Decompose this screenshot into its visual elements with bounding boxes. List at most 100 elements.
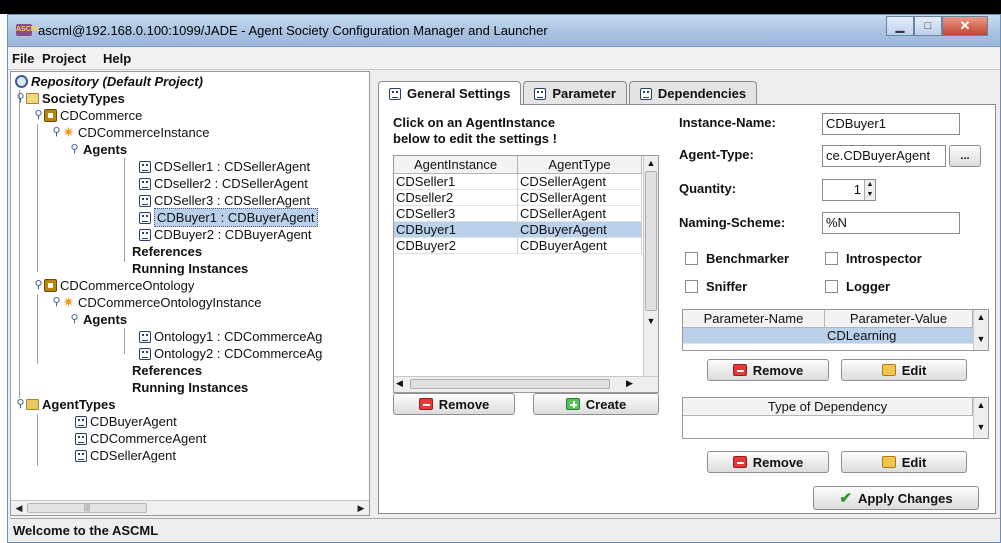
- agent-type-label: Agent-Type:: [679, 147, 754, 162]
- expand-toggle-icon[interactable]: ⚲: [33, 110, 44, 121]
- scroll-up-icon[interactable]: ▲: [974, 310, 988, 324]
- expand-toggle-icon[interactable]: ⚲: [33, 280, 44, 291]
- expand-toggle-icon[interactable]: ⚲: [69, 314, 80, 325]
- tree-node-type-cdbuyeragent[interactable]: CDBuyerAgent: [75, 413, 177, 430]
- expand-toggle-icon[interactable]: ⚲: [15, 399, 26, 410]
- scroll-right-icon[interactable]: ▶: [354, 502, 368, 514]
- scroll-down-icon[interactable]: ▼: [974, 420, 988, 434]
- checkmark-icon: ✔: [839, 490, 852, 507]
- remove-parameter-button[interactable]: Remove: [707, 359, 829, 381]
- tree-node-agent-cdseller3[interactable]: CDSeller3 : CDSellerAgent: [139, 192, 310, 209]
- tree-node-type-cdselleragent[interactable]: CDSellerAgent: [75, 447, 176, 464]
- tree-node-cdcommerce-ontology-instance[interactable]: ⚲ ✷ CDCommerceOntologyInstance: [51, 294, 261, 311]
- remove-instance-button[interactable]: Remove: [393, 393, 515, 415]
- expand-toggle-icon[interactable]: ⚲: [69, 144, 80, 155]
- browse-agent-type-button[interactable]: ...: [949, 145, 981, 167]
- spinner-arrows-icon[interactable]: ▲ ▼: [864, 180, 875, 200]
- tree-node-cdcommerce-ontology[interactable]: ⚲ CDCommerceOntology: [33, 277, 194, 294]
- column-header-type-of-dependency[interactable]: Type of Dependency: [683, 398, 973, 416]
- edit-parameter-button[interactable]: Edit: [841, 359, 967, 381]
- quantity-stepper[interactable]: 1 ▲ ▼: [822, 179, 876, 201]
- close-button[interactable]: ✕: [942, 16, 988, 36]
- table-cell[interactable]: CDSellerAgent: [518, 206, 642, 222]
- edit-dependency-button[interactable]: Edit: [841, 451, 967, 473]
- scroll-left-icon[interactable]: ◀: [396, 378, 403, 389]
- instance-name-label: Instance-Name:: [679, 115, 776, 130]
- table-cell[interactable]: CDSeller3: [394, 206, 518, 222]
- checkbox-introspector[interactable]: Introspector: [825, 251, 922, 266]
- scrollbar-thumb[interactable]: [645, 171, 657, 311]
- tree-node-type-cdcommerceagent[interactable]: CDCommerceAgent: [75, 430, 206, 447]
- scroll-down-icon[interactable]: ▼: [644, 314, 658, 328]
- tab-general-settings[interactable]: General Settings: [378, 81, 522, 105]
- agent-type-field[interactable]: ce.CDBuyerAgent: [822, 145, 946, 167]
- table-cell-selected[interactable]: CDBuyer1: [394, 222, 518, 238]
- table-cell[interactable]: CDSellerAgent: [518, 174, 642, 190]
- screen-top-border: [0, 0, 1001, 14]
- table-horizontal-scrollbar[interactable]: ◀ ▶: [394, 376, 658, 392]
- table-cell[interactable]: CDSellerAgent: [518, 190, 642, 206]
- dependency-scrollbar[interactable]: ▲ ▼: [973, 398, 988, 438]
- tree-node-society-types[interactable]: ⚲ SocietyTypes: [15, 90, 124, 107]
- checkbox-logger[interactable]: Logger: [825, 279, 890, 294]
- tree-line: [37, 294, 38, 364]
- tree-node-repository[interactable]: Repository (Default Project): [15, 73, 203, 90]
- window-title: ascml@192.168.0.100:1099/JADE - Agent So…: [38, 23, 548, 38]
- tree-node-agent-ontology2[interactable]: Ontology2 : CDCommerceAg: [139, 345, 322, 362]
- scroll-up-icon[interactable]: ▲: [974, 398, 988, 412]
- tree-node-agents-ontology[interactable]: ⚲ Agents: [69, 311, 127, 328]
- tree-node-agent-cdbuyer1[interactable]: CDBuyer1 : CDBuyerAgent: [139, 208, 318, 227]
- instance-name-field[interactable]: CDBuyer1: [822, 113, 960, 135]
- scroll-down-icon[interactable]: ▼: [974, 332, 988, 346]
- menu-help[interactable]: Help: [103, 51, 131, 66]
- tab-dependencies[interactable]: Dependencies: [628, 81, 758, 105]
- scrollbar-thumb[interactable]: [410, 379, 610, 389]
- tree-node-cdcommerce[interactable]: ⚲ CDCommerce: [33, 107, 142, 124]
- table-cell[interactable]: CDSeller1: [394, 174, 518, 190]
- table-vertical-scrollbar[interactable]: ▲ ▼: [643, 156, 658, 376]
- tree-node-agent-cdseller1[interactable]: CDSeller1 : CDSellerAgent: [139, 158, 310, 175]
- column-header-parameter-name[interactable]: Parameter-Name: [683, 310, 825, 328]
- tree-node-agents[interactable]: ⚲ Agents: [69, 141, 127, 158]
- tree-node-references[interactable]: References: [129, 243, 202, 260]
- expand-toggle-icon[interactable]: ⚲: [15, 93, 26, 104]
- scroll-up-icon[interactable]: ▲: [644, 156, 658, 170]
- scroll-right-icon[interactable]: ▶: [626, 378, 633, 389]
- tree-horizontal-scrollbar[interactable]: ◀ ||| ▶: [11, 500, 369, 515]
- tree-node-agent-types[interactable]: ⚲ AgentTypes: [15, 396, 115, 413]
- scroll-left-icon[interactable]: ◀: [12, 502, 26, 514]
- remove-dependency-button[interactable]: Remove: [707, 451, 829, 473]
- maximize-button[interactable]: □: [914, 16, 942, 36]
- tree-node-agent-ontology1[interactable]: Ontology1 : CDCommerceAg: [139, 328, 322, 345]
- apply-changes-button[interactable]: ✔ Apply Changes: [813, 486, 979, 510]
- column-header-parameter-value[interactable]: Parameter-Value: [825, 310, 973, 328]
- parameter-scrollbar[interactable]: ▲ ▼: [973, 310, 988, 350]
- tree-node-agent-cdbuyer2[interactable]: CDBuyer2 : CDBuyerAgent: [139, 226, 312, 243]
- menu-project[interactable]: Project: [42, 51, 86, 66]
- tree-node-running-instances-ontology[interactable]: Running Instances: [129, 379, 248, 396]
- expand-toggle-icon[interactable]: ⚲: [51, 127, 62, 138]
- expand-toggle-icon[interactable]: ⚲: [51, 297, 62, 308]
- table-cell-selected[interactable]: CDBuyerAgent: [518, 222, 642, 238]
- tab-parameter[interactable]: Parameter: [523, 81, 627, 105]
- column-header-agent-instance[interactable]: AgentInstance: [394, 156, 518, 174]
- table-cell[interactable]: CDBuyer2: [394, 238, 518, 254]
- minimize-button[interactable]: ▁: [886, 16, 914, 36]
- tree-node-agent-cdseller2[interactable]: CDseller2 : CDSellerAgent: [139, 175, 308, 192]
- table-cell[interactable]: CDseller2: [394, 190, 518, 206]
- tree-node-running-instances[interactable]: Running Instances: [129, 260, 248, 277]
- tree-node-references-ontology[interactable]: References: [129, 362, 202, 379]
- checkbox-sniffer[interactable]: Sniffer: [685, 279, 747, 294]
- checkbox-benchmarker[interactable]: Benchmarker: [685, 251, 789, 266]
- create-instance-button[interactable]: Create: [533, 393, 659, 415]
- tree-node-cdcommerce-instance[interactable]: ⚲ ✷ CDCommerceInstance: [51, 124, 209, 141]
- table-cell-selected[interactable]: CDLearning: [825, 328, 973, 344]
- general-settings-panel: Click on an AgentInstance below to edit …: [378, 104, 996, 514]
- menu-file[interactable]: File: [12, 51, 34, 66]
- column-header-agent-type[interactable]: AgentType: [518, 156, 642, 174]
- table-cell[interactable]: CDBuyerAgent: [518, 238, 642, 254]
- tree-line: [37, 414, 38, 466]
- table-cell-selected[interactable]: [683, 328, 825, 344]
- scrollbar-thumb[interactable]: |||: [27, 503, 147, 513]
- naming-scheme-field[interactable]: %N: [822, 212, 960, 234]
